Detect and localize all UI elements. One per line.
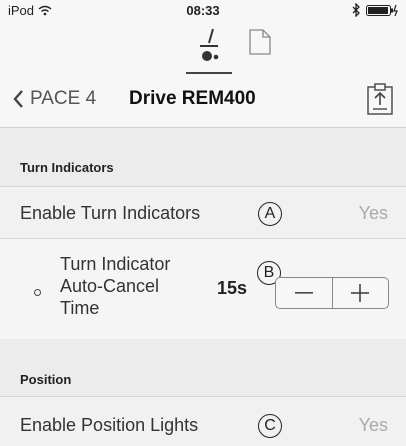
toolbar: PACE 4 Drive REM400: [0, 24, 406, 128]
label-line: Turn Indicator: [60, 254, 171, 274]
increment-button[interactable]: [333, 278, 389, 308]
battery-icon: [366, 4, 398, 16]
section-title: Turn Indicators: [20, 160, 114, 175]
row-enable-turn-indicators[interactable]: Enable Turn Indicators A Yes: [0, 187, 406, 238]
row-value: Yes: [358, 415, 388, 435]
decrement-button[interactable]: [276, 278, 332, 308]
label-line: Auto-Cancel: [60, 276, 160, 296]
status-right: [352, 3, 400, 17]
back-button[interactable]: PACE 4: [12, 88, 96, 110]
active-tab-indicator: [186, 72, 232, 74]
clipboard-upload-icon[interactable]: [365, 82, 395, 116]
row-enable-position-lights[interactable]: Enable Position Lights C Yes: [0, 397, 406, 446]
wheelchair-drive-icon[interactable]: [196, 27, 222, 67]
label-line: Time: [60, 298, 100, 318]
minus-icon: [294, 292, 313, 294]
auto-cancel-stepper[interactable]: [275, 277, 389, 309]
status-time: 08:33: [186, 3, 220, 18]
document-icon[interactable]: [249, 29, 271, 55]
status-bar: iPod 08:33: [0, 0, 406, 24]
row-label: Enable Position Lights: [20, 415, 199, 435]
section-header-position: Position: [0, 339, 406, 396]
chevron-left-icon: [13, 90, 23, 108]
tab-bar: [0, 24, 406, 74]
section-title: Position: [20, 372, 72, 387]
section-header-turn-indicators: Turn Indicators: [0, 128, 406, 186]
row-value: Yes: [358, 203, 388, 223]
page-title: Drive REM400: [129, 88, 256, 109]
auto-cancel-label: Turn Indicator Auto-Cancel Time: [60, 253, 170, 319]
callout-a: A: [258, 202, 282, 226]
back-label: PACE 4: [30, 88, 97, 109]
bullet-icon: [34, 289, 41, 296]
bluetooth-icon: [352, 3, 360, 17]
plus-icon: [351, 284, 370, 302]
nav-bar: PACE 4 Drive REM400: [0, 82, 406, 122]
callout-c: C: [258, 414, 282, 438]
auto-cancel-value: 15s: [217, 278, 248, 298]
row-label: Enable Turn Indicators: [20, 203, 201, 223]
